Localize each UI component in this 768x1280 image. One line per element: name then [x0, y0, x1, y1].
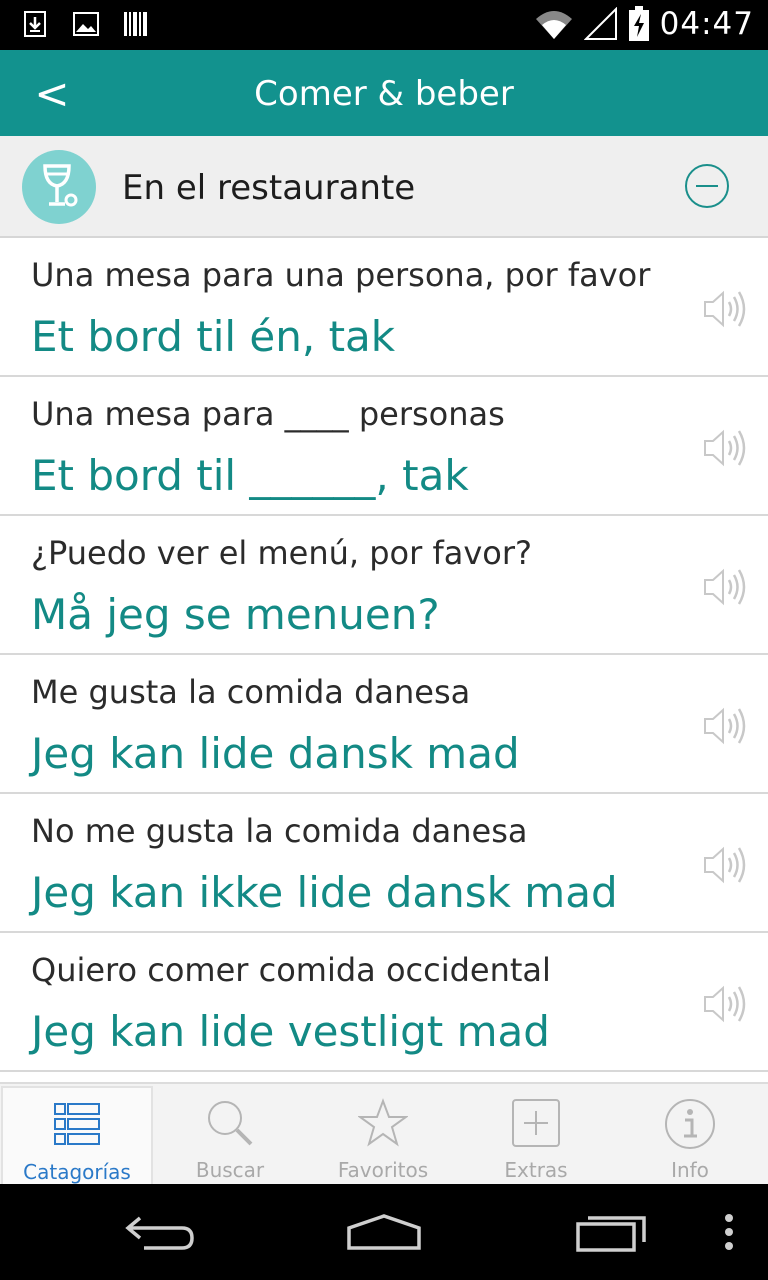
- minus-circle-icon[interactable]: [684, 163, 730, 209]
- tab-label: Buscar: [195, 1158, 265, 1182]
- list-item[interactable]: Quiero comer comida occidental Jeg kan l…: [0, 933, 768, 1072]
- wifi-icon: [535, 11, 572, 39]
- speaker-icon[interactable]: [702, 288, 748, 330]
- list-item[interactable]: Una mesa para una persona, por favor Et …: [0, 238, 768, 377]
- phrase-source: ¿Puedo ver el menú, por favor?: [31, 534, 532, 572]
- category-header[interactable]: En el restaurante: [0, 136, 768, 238]
- phrase-source: No me gusta la comida danesa: [31, 812, 528, 850]
- tab-search[interactable]: Buscar: [154, 1086, 306, 1184]
- phrase-translation: Et bord til én, tak: [31, 312, 396, 361]
- phrase-translation: Jeg kan lide dansk mad: [31, 729, 520, 778]
- category-title: En el restaurante: [122, 168, 416, 208]
- recent-apps-nav-icon[interactable]: [574, 1208, 648, 1256]
- tab-label: Extras: [504, 1158, 568, 1182]
- list-item[interactable]: Me gusta la comida danesa Jeg kan lide d…: [0, 655, 768, 794]
- app-header: < Comer & beber: [0, 50, 768, 136]
- tab-label: Info: [671, 1158, 709, 1182]
- phrase-translation: Må jeg se menuen?: [31, 590, 440, 639]
- back-nav-icon[interactable]: [124, 1208, 196, 1256]
- signal-icon: [583, 7, 617, 40]
- phrase-source: Una mesa para ____ personas: [31, 395, 505, 433]
- phrase-translation: Et bord til ______, tak: [31, 451, 469, 500]
- list-icon: [54, 1103, 100, 1145]
- phrase-translation: Jeg kan lide vestligt mad: [31, 1007, 550, 1056]
- search-icon: [208, 1101, 253, 1146]
- image-icon: [73, 12, 99, 36]
- home-nav-icon[interactable]: [344, 1208, 424, 1256]
- navigation-bar: [0, 1184, 768, 1280]
- list-item[interactable]: No me gusta la comida danesa Jeg kan ikk…: [0, 794, 768, 933]
- phrase-translation: Jeg kan ikke lide dansk mad: [31, 868, 618, 917]
- tab-categories[interactable]: Catagorías: [1, 1086, 153, 1184]
- barcode-icon: [124, 12, 147, 36]
- speaker-icon[interactable]: [702, 566, 748, 608]
- star-icon: [358, 1098, 408, 1147]
- tab-extras[interactable]: Extras: [460, 1086, 612, 1184]
- tab-info[interactable]: Info: [614, 1086, 766, 1184]
- tab-favorites[interactable]: Favoritos: [307, 1086, 459, 1184]
- battery-charging-icon: [628, 6, 649, 41]
- page-title: Comer & beber: [254, 74, 514, 114]
- list-item[interactable]: ¿Puedo ver el menú, por favor? Må jeg se…: [0, 516, 768, 655]
- status-time: 04:47: [659, 6, 754, 42]
- speaker-icon[interactable]: [702, 844, 748, 886]
- info-icon: [665, 1099, 715, 1149]
- speaker-icon[interactable]: [702, 705, 748, 747]
- phrase-source: Quiero comer comida occidental: [31, 951, 551, 989]
- overflow-menu-icon[interactable]: [722, 1208, 736, 1256]
- download-icon: [24, 11, 46, 37]
- plus-box-icon: [512, 1099, 560, 1147]
- speaker-icon[interactable]: [702, 427, 748, 469]
- speaker-icon[interactable]: [702, 983, 748, 1025]
- status-bar: 04:47: [0, 0, 768, 50]
- tab-label: Favoritos: [337, 1158, 429, 1182]
- phrase-source: Una mesa para una persona, por favor: [31, 256, 651, 294]
- list-item[interactable]: Una mesa para ____ personas Et bord til …: [0, 377, 768, 516]
- phrase-list: Una mesa para una persona, por favor Et …: [0, 238, 768, 1072]
- tab-bar: Catagorías Buscar Favoritos Extras Info: [0, 1082, 768, 1184]
- tab-label: Catagorías: [23, 1160, 131, 1184]
- phrase-source: Me gusta la comida danesa: [31, 673, 471, 711]
- wine-glass-icon: [22, 150, 96, 224]
